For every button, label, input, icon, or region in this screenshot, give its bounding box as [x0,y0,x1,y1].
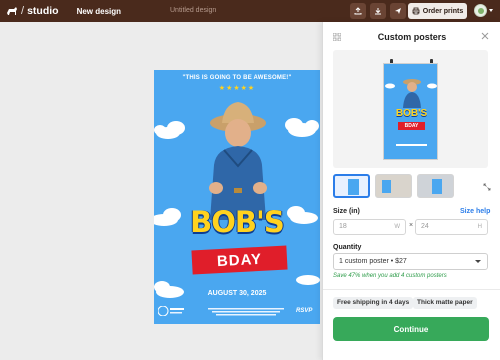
close-icon[interactable] [481,32,489,40]
poster-artwork [154,102,320,298]
poster-rsvp: RSVP [296,308,313,314]
document-title[interactable]: Untitled design [170,7,216,14]
poster-quote: "THIS IS GOING TO BE AWESOME!" [182,75,292,81]
upload-icon [354,7,362,15]
product-preview: BOB'S BDAY [333,50,491,191]
rating-stars: ★★★★★ [218,85,256,92]
poster-logo-badge [158,306,184,316]
width-input[interactable]: 18 W [333,219,406,235]
send-icon [395,8,401,14]
continue-button[interactable]: Continue [333,317,489,341]
width-unit: W [394,224,400,230]
preview-thumbnails [333,174,493,198]
order-prints-button[interactable]: Order prints [408,3,467,19]
poster-date: AUGUST 30, 2025 [207,290,267,297]
preview-headline: BOB'S [395,108,428,119]
quantity-label: Quantity [333,244,362,251]
avatar-leaf-icon [477,7,484,14]
thumbnail-3[interactable] [417,174,454,198]
poster-subheadline: BDAY [216,250,263,270]
thumbnail-1[interactable] [333,174,370,198]
preview-subheadline: BDAY [398,122,425,130]
size-label: Size (in) [333,208,360,215]
upload-button[interactable] [350,3,366,19]
top-bar: / studio New design Untitled design Orde… [0,0,500,22]
share-button[interactable] [390,3,406,19]
poster-bday-banner: BDAY [191,245,288,275]
print-icon [412,7,420,15]
studio-logo[interactable]: / studio [6,5,59,17]
quantity-select[interactable]: 1 custom poster • $27 [333,253,488,270]
panel-header: Custom posters [323,22,500,50]
user-avatar[interactable] [474,4,487,17]
feature-chip-shipping: Free shipping in 4 days [333,297,414,309]
height-unit: H [477,224,482,230]
bulk-discount-note: Save 47% when you add 4 custom posters [333,273,447,279]
account-menu-chevron-icon[interactable] [489,9,493,12]
quantity-value: 1 custom poster • $27 [339,258,407,265]
download-button[interactable] [370,3,386,19]
dimension-separator: × [409,222,414,229]
height-input[interactable]: 24 H [415,219,488,235]
download-icon [375,8,381,15]
chevron-down-icon [475,260,481,263]
poster-canvas[interactable]: "THIS IS GOING TO BE AWESOME!" ★★★★★ BOB… [154,70,320,324]
height-value: 24 [421,223,429,230]
feature-chip-paper: Thick matte paper [413,297,477,309]
thumbnail-poster [348,179,359,195]
logo-animal-icon [7,7,17,15]
poster-fine-print [208,308,284,316]
panel-title: Custom posters [377,32,447,42]
preview-poster-image: BOB'S BDAY [383,63,438,160]
thumbnail-poster [432,179,442,194]
width-value: 18 [339,223,347,230]
poster-headline: BOB'S [190,205,285,239]
panel-divider [323,289,500,290]
order-prints-label: Order prints [422,7,464,15]
thumbnail-2[interactable] [375,174,412,198]
thumbnail-poster [382,180,391,193]
custom-posters-panel: Custom posters BOB'S BDAY Size (in) Size… [322,22,500,360]
new-design-button[interactable]: New design [77,7,121,16]
logo-divider: / [21,5,25,17]
brand-name: studio [27,5,59,17]
size-help-link[interactable]: Size help [460,208,490,215]
